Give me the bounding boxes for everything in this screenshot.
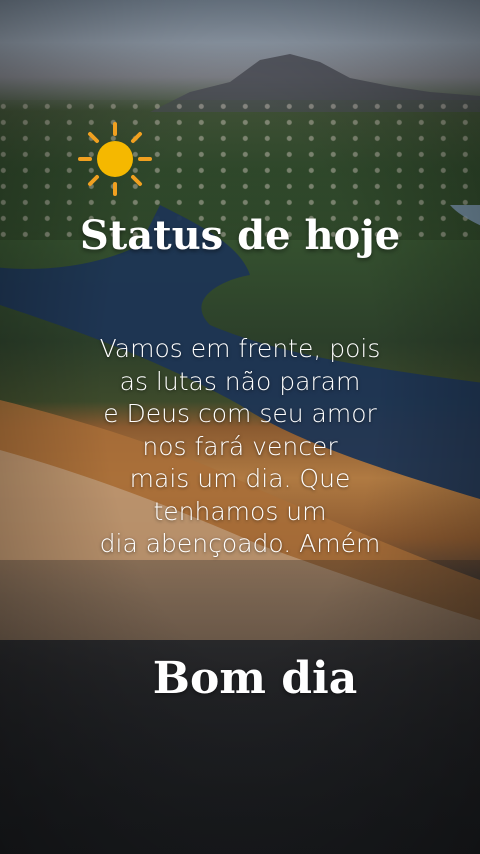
message-line: tenhamos um: [153, 496, 327, 526]
message-line: as lutas não param: [119, 366, 361, 396]
message-line: mais um dia. Que: [129, 464, 351, 493]
message-text: Vamos em frente, pois as lutas não param…: [60, 333, 420, 561]
sun-icon: [78, 122, 152, 196]
message-line: dia abençoado. Amém: [99, 529, 381, 558]
greeting: Bom dia: [152, 653, 358, 704]
status-card: Status de hoje Vamos em frente, pois as …: [0, 0, 480, 854]
headline: Status de hoje: [79, 212, 401, 259]
message-line: e Deus com seu amor: [103, 399, 377, 428]
message-line: Vamos em frente, pois: [99, 334, 381, 363]
message-line: nos fará vencer: [142, 431, 338, 461]
